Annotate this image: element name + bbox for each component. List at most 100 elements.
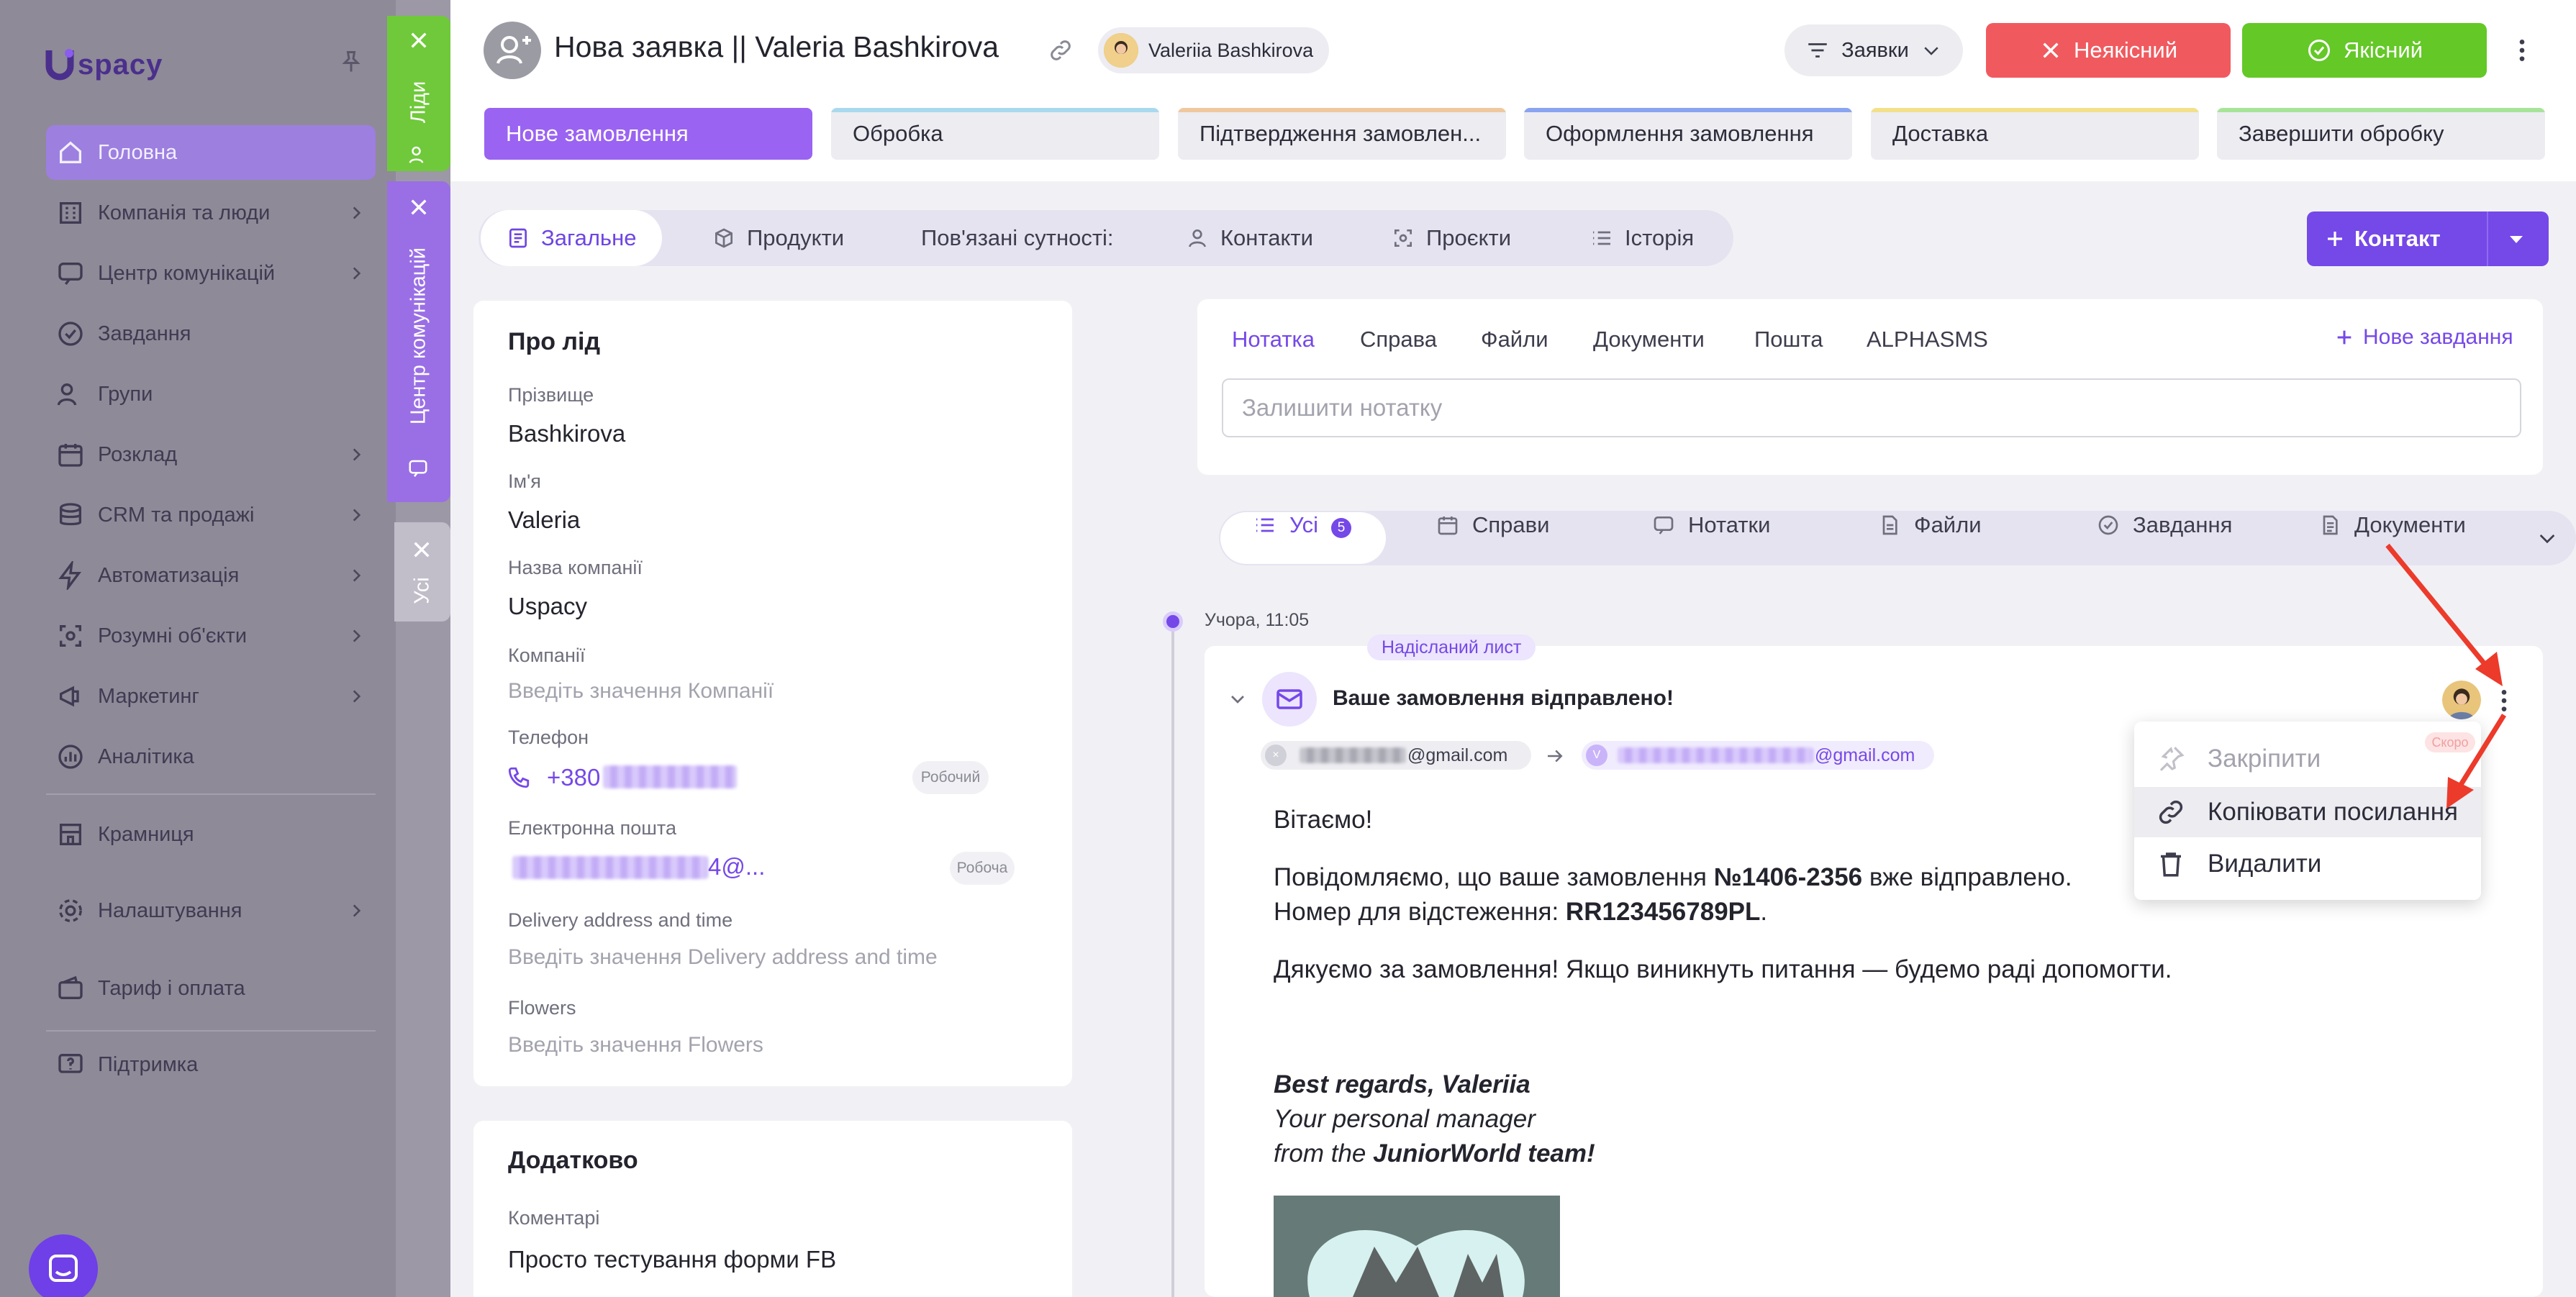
- redacted-sender: [1300, 747, 1406, 763]
- logo[interactable]: spacy: [45, 46, 163, 83]
- sidebar-item[interactable]: Центр комунікацій: [46, 246, 376, 301]
- companies-input[interactable]: Введіть значення Компанії: [508, 679, 774, 704]
- file-icon: [1882, 515, 1897, 535]
- menu-item-delete[interactable]: Видалити: [2134, 839, 2481, 889]
- delivery-input[interactable]: Введіть значення Delivery address and ti…: [508, 945, 938, 970]
- add-user-icon: [496, 36, 531, 64]
- more-vertical-icon[interactable]: [2495, 686, 2513, 715]
- surname-value[interactable]: Bashkirova: [508, 420, 625, 447]
- funnel-select[interactable]: Заявки: [1784, 24, 1963, 76]
- link-icon[interactable]: [1048, 37, 1074, 63]
- chat-launcher-button[interactable]: [29, 1234, 98, 1297]
- comments-value[interactable]: Просто тестування форми FB: [508, 1246, 836, 1273]
- email-value[interactable]: 4@...: [708, 853, 765, 880]
- sidebar-item-label: Аналітика: [98, 745, 194, 768]
- feed-filter[interactable]: Справи: [1436, 512, 1549, 538]
- sidebar-item[interactable]: Аналітика: [46, 729, 376, 784]
- pipeline-stage[interactable]: Нове замовлення: [484, 108, 812, 160]
- email-signature-1: Best regards, Valeriia: [1274, 1070, 1530, 1098]
- store-icon: [60, 824, 81, 845]
- chat-bubble-icon: [49, 1255, 78, 1282]
- add-contact-button[interactable]: Контакт: [2307, 211, 2549, 266]
- composer-tab[interactable]: Нотатка: [1232, 327, 1315, 352]
- sidebar-item[interactable]: Підтримка: [46, 1037, 376, 1092]
- tab-history[interactable]: Історія: [1590, 210, 1694, 266]
- chevron-down-icon[interactable]: [2536, 527, 2559, 550]
- tab-contacts[interactable]: Контакти: [1186, 210, 1313, 266]
- pipeline-stage[interactable]: Доставка: [1871, 108, 2199, 160]
- more-vertical-icon[interactable]: [2511, 36, 2533, 65]
- feed-filter-label: Справи: [1472, 512, 1550, 537]
- sidebar-item-label: CRM та продажі: [98, 503, 255, 527]
- pipeline-stage[interactable]: Підтвердження замовлен...: [1178, 108, 1506, 160]
- tab-products[interactable]: Продукти: [712, 210, 844, 266]
- feed-filter[interactable]: Документи: [2318, 512, 2466, 538]
- company-name-value[interactable]: Uspacy: [508, 593, 587, 620]
- sidebar-item[interactable]: Завдання: [46, 306, 376, 361]
- sidebar-item[interactable]: Налаштування: [46, 883, 376, 938]
- sidebar-item[interactable]: Розумні об'єкти: [46, 609, 376, 663]
- sidebar-item[interactable]: Маркетинг: [46, 669, 376, 724]
- mark-good-button[interactable]: Якісний: [2242, 23, 2487, 78]
- logo-text: spacy: [78, 48, 163, 81]
- sidebar-item[interactable]: CRM та продажі: [46, 488, 376, 542]
- pipeline-stage[interactable]: Обробка: [831, 108, 1159, 160]
- tab-label: Контакти: [1220, 225, 1313, 250]
- new-task-label: Нове завдання: [2363, 325, 2513, 349]
- check-circle-icon: [2308, 40, 2330, 61]
- new-task-button[interactable]: Нове завдання: [2334, 325, 2513, 350]
- sidebar-item[interactable]: Крамниця: [46, 807, 376, 862]
- feed-filter[interactable]: Завдання: [2097, 512, 2232, 538]
- side-tab-communication-center[interactable]: Центр комунікацій: [387, 181, 450, 502]
- chevron-right-icon: [353, 904, 361, 917]
- recipient-chip[interactable]: V @gmail.com: [1582, 741, 1934, 770]
- responsible-user-chip[interactable]: Valeriia Bashkirova: [1098, 27, 1330, 73]
- sidebar-item[interactable]: Тариф і оплата: [46, 961, 376, 1016]
- sidebar-item-label: Крамниця: [98, 822, 194, 846]
- chevron-down-icon[interactable]: [1226, 688, 1249, 711]
- pin-sidebar-icon[interactable]: [338, 47, 364, 76]
- sidebar-item-label: Компанія та люди: [98, 201, 271, 224]
- composer-tab[interactable]: ALPHASMS: [1867, 327, 1988, 352]
- chat-icon: [1654, 516, 1674, 534]
- close-icon[interactable]: [407, 29, 430, 52]
- smart-object-icon: [60, 625, 81, 647]
- composer-tab[interactable]: Документи: [1593, 327, 1705, 352]
- sender-chip[interactable]: × @gmail.com: [1261, 741, 1531, 770]
- composer-tab[interactable]: Пошта: [1754, 327, 1823, 352]
- feed-filter-label: Файли: [1914, 512, 1982, 537]
- tab-general[interactable]: Загальне: [481, 210, 663, 266]
- flowers-input[interactable]: Введіть значення Flowers: [508, 1033, 763, 1057]
- side-tab-all[interactable]: Усі: [394, 522, 450, 622]
- feed-filter[interactable]: Усі: [1253, 512, 1318, 538]
- pipeline-stage[interactable]: Завершити обробку: [2217, 108, 2545, 160]
- caret-down-icon[interactable]: [2507, 233, 2526, 246]
- email-type-icon: [1262, 672, 1317, 727]
- feed-filter[interactable]: Файли: [1878, 512, 1982, 538]
- mark-bad-button[interactable]: Неякісний: [1986, 23, 2231, 78]
- phone-value[interactable]: +380: [547, 764, 600, 791]
- side-tab-label: Центр комунікацій: [407, 247, 430, 425]
- sidebar-item[interactable]: Головна: [46, 125, 376, 180]
- close-icon[interactable]: [410, 538, 433, 561]
- composer-tab[interactable]: Справа: [1360, 327, 1437, 352]
- side-tab-leads[interactable]: Ліди: [387, 16, 450, 171]
- chart-icon: [58, 745, 83, 769]
- home-icon: [60, 141, 81, 163]
- pipeline-stage[interactable]: Оформлення замовлення: [1524, 108, 1852, 160]
- note-input[interactable]: Залишити нотатку: [1222, 378, 2521, 437]
- menu-item-copy-link[interactable]: Копіювати посилання: [2134, 787, 2481, 837]
- tab-projects[interactable]: Проєкти: [1392, 210, 1511, 266]
- sidebar-item[interactable]: Компанія та люди: [46, 186, 376, 240]
- feed-filter[interactable]: Нотатки: [1652, 512, 1770, 538]
- close-icon[interactable]: [407, 196, 430, 219]
- sidebar-item[interactable]: Розклад: [46, 427, 376, 482]
- count-badge: 5: [1331, 518, 1351, 538]
- phone-icon[interactable]: [507, 765, 531, 790]
- sidebar-item[interactable]: Групи: [46, 367, 376, 422]
- name-value[interactable]: Valeria: [508, 506, 580, 534]
- link-icon: [2159, 800, 2183, 824]
- sidebar-item[interactable]: Автоматизація: [46, 548, 376, 603]
- composer-tab[interactable]: Файли: [1481, 327, 1548, 352]
- lead-avatar: [484, 22, 541, 79]
